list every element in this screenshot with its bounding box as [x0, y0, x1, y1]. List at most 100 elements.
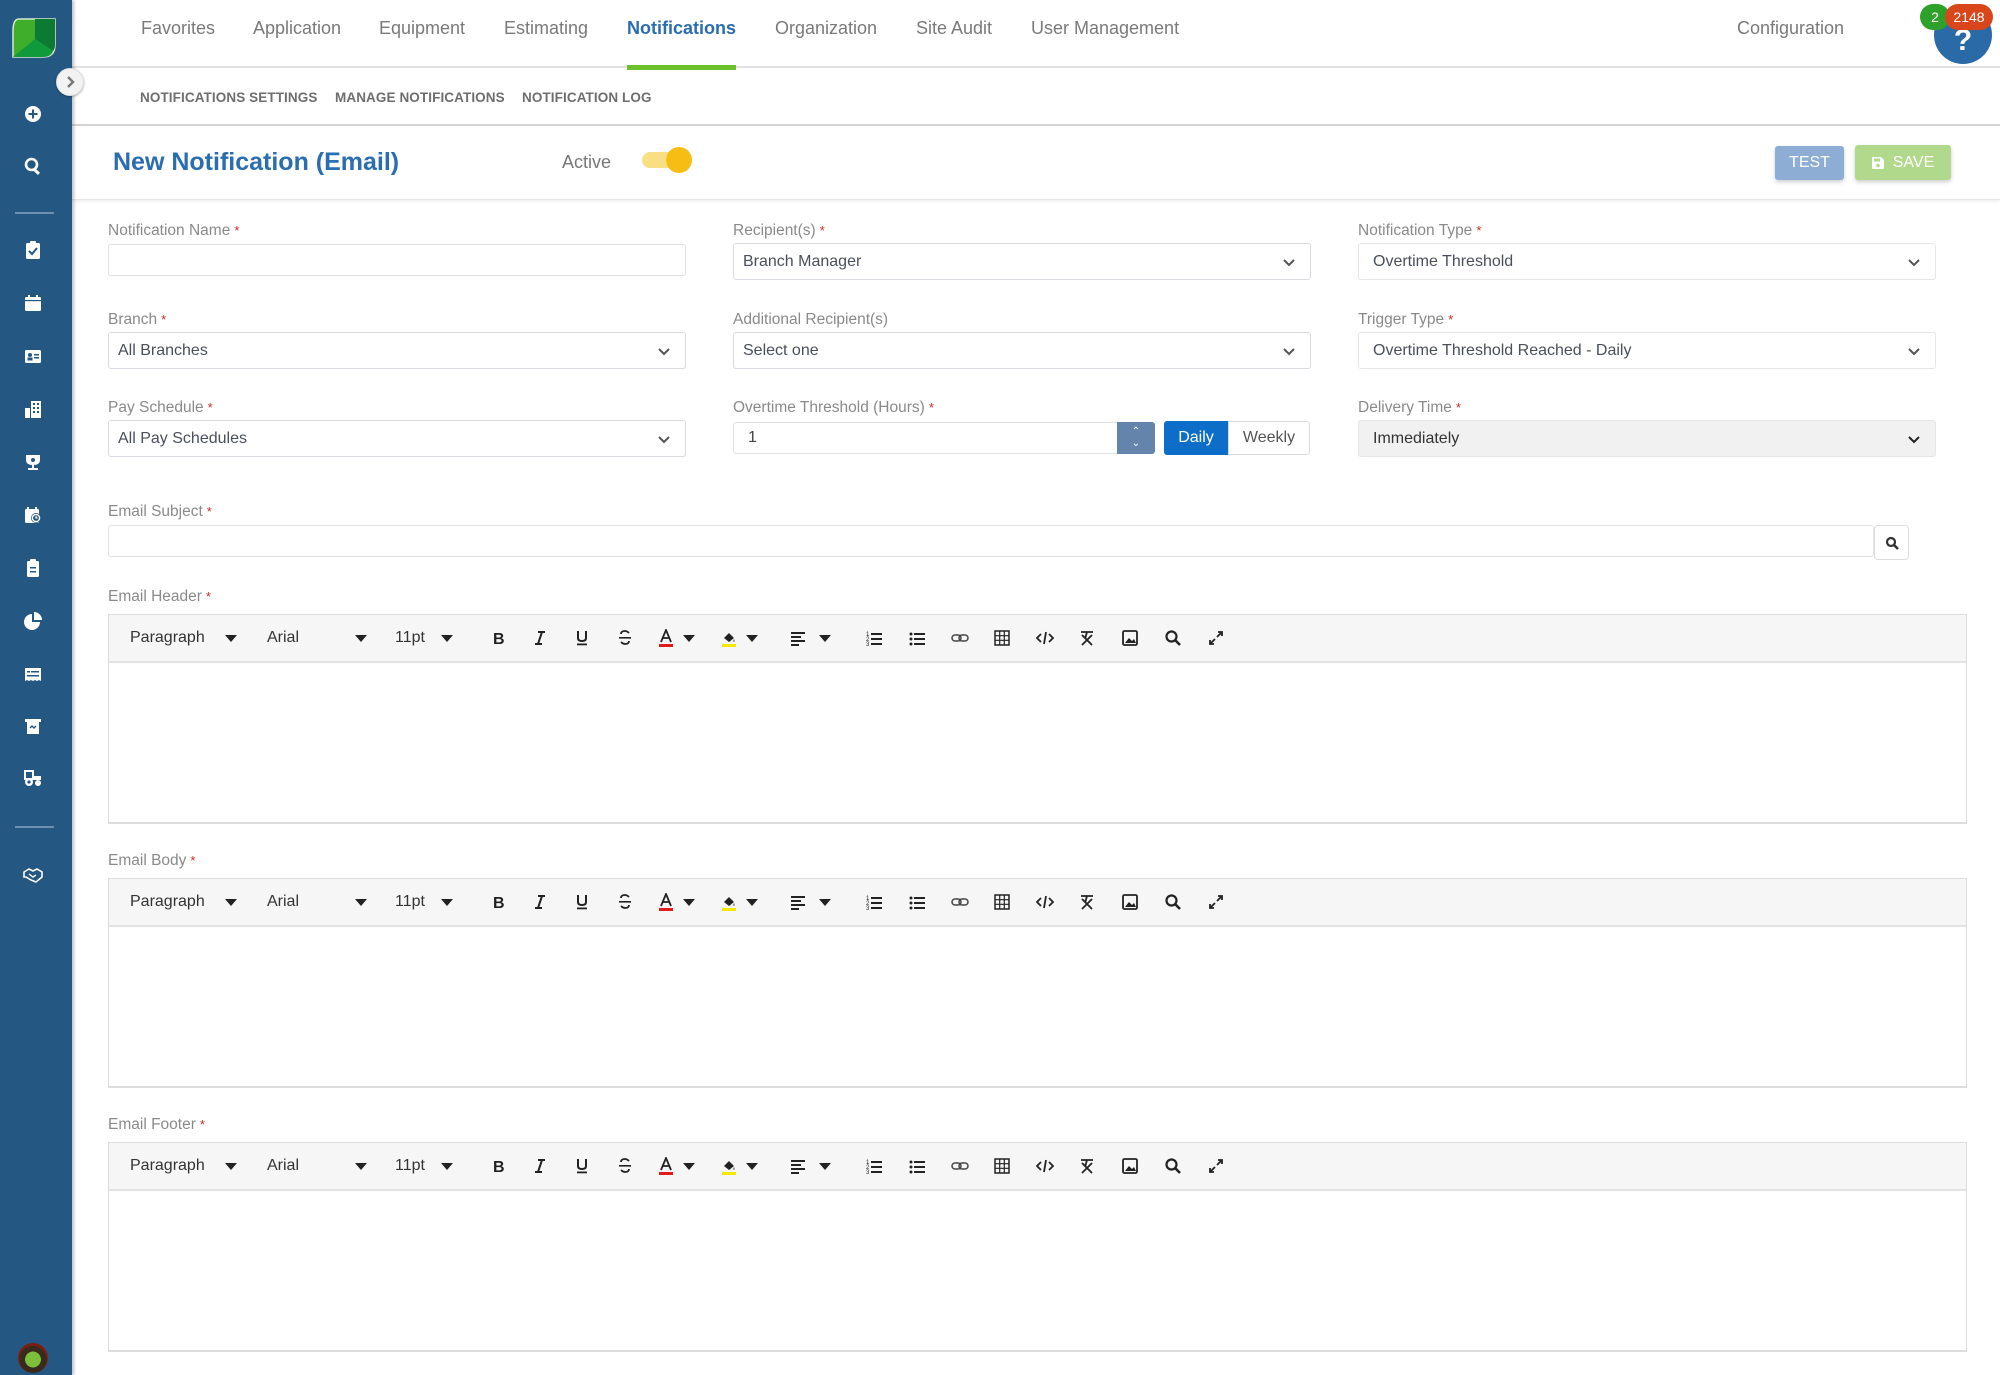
fullscreen-button[interactable] [1207, 879, 1225, 925]
clear-formatting-button[interactable] [1078, 615, 1096, 661]
numbered-list-button[interactable]: 123 [865, 1143, 883, 1189]
notification-name-input[interactable] [108, 244, 686, 276]
clipboard-check-icon[interactable] [20, 237, 46, 263]
trigger-type-select[interactable]: Overtime Threshold Reached - Daily [1358, 332, 1936, 369]
user-avatar[interactable] [18, 1343, 48, 1373]
highlight-color-button[interactable] [720, 615, 758, 661]
find-replace-button[interactable] [1164, 879, 1182, 925]
buildings-icon[interactable] [20, 396, 46, 422]
tab-site-audit[interactable]: Site Audit [916, 18, 992, 68]
calendar-clock-icon[interactable] [20, 502, 46, 528]
find-replace-button[interactable] [1164, 615, 1182, 661]
overtime-threshold-stepper[interactable]: ⌃ ⌄ [1117, 422, 1155, 454]
numbered-list-button[interactable]: 123 [865, 879, 883, 925]
stepper-up-icon[interactable]: ⌃ [1132, 426, 1140, 438]
source-code-button[interactable] [1036, 1143, 1054, 1189]
link-button[interactable] [951, 615, 969, 661]
underline-button[interactable] [573, 615, 591, 661]
fullscreen-button[interactable] [1207, 1143, 1225, 1189]
underline-button[interactable] [573, 1143, 591, 1189]
branch-select[interactable]: All Branches [108, 332, 686, 369]
strikethrough-button[interactable] [616, 1143, 634, 1189]
clear-formatting-button[interactable] [1078, 879, 1096, 925]
id-card-icon[interactable] [20, 343, 46, 369]
table-button[interactable] [993, 1143, 1011, 1189]
test-button[interactable]: TEST [1775, 146, 1844, 180]
align-dropdown[interactable] [789, 879, 831, 925]
calendar-icon[interactable] [20, 290, 46, 316]
cash-register-icon[interactable] [20, 713, 46, 739]
subnav-manage-notifications[interactable]: MANAGE NOTIFICATIONS [335, 90, 505, 105]
block-format-dropdown[interactable]: Paragraph [130, 1143, 237, 1189]
bullet-list-button[interactable] [908, 879, 926, 925]
email-footer-editor[interactable]: Paragraph Arial 11pt B 123 [108, 1142, 1967, 1352]
align-dropdown[interactable] [789, 615, 831, 661]
trophy-icon[interactable] [20, 449, 46, 475]
highlight-color-button[interactable] [720, 1143, 758, 1189]
insert-image-button[interactable] [1121, 879, 1139, 925]
recipients-select[interactable]: Branch Manager [733, 243, 1311, 280]
clipboard-list-icon[interactable] [20, 555, 46, 581]
bullet-list-button[interactable] [908, 615, 926, 661]
link-button[interactable] [951, 1143, 969, 1189]
tab-organization[interactable]: Organization [775, 18, 877, 68]
subnav-notification-log[interactable]: NOTIFICATION LOG [522, 90, 652, 105]
italic-button[interactable] [531, 879, 549, 925]
align-dropdown[interactable] [789, 1143, 831, 1189]
tab-estimating[interactable]: Estimating [504, 18, 588, 68]
strikethrough-button[interactable] [616, 879, 634, 925]
tab-configuration[interactable]: Configuration [1737, 18, 1844, 68]
tab-favorites[interactable]: Favorites [141, 18, 215, 68]
active-toggle[interactable] [642, 143, 694, 173]
bullet-list-button[interactable] [908, 1143, 926, 1189]
pay-schedule-select[interactable]: All Pay Schedules [108, 420, 686, 457]
insert-image-button[interactable] [1121, 615, 1139, 661]
tab-application[interactable]: Application [253, 18, 341, 68]
find-replace-button[interactable] [1164, 1143, 1182, 1189]
font-family-dropdown[interactable]: Arial [267, 1143, 368, 1189]
fullscreen-button[interactable] [1207, 615, 1225, 661]
email-subject-input[interactable] [108, 525, 1874, 557]
underline-button[interactable] [573, 879, 591, 925]
font-family-dropdown[interactable]: Arial [267, 615, 368, 661]
block-format-dropdown[interactable]: Paragraph [130, 615, 237, 661]
font-size-dropdown[interactable]: 11pt [395, 879, 453, 925]
search-icon[interactable] [20, 153, 46, 179]
subnav-notifications-settings[interactable]: NOTIFICATIONS SETTINGS [140, 90, 317, 105]
tab-equipment[interactable]: Equipment [379, 18, 465, 68]
italic-button[interactable] [531, 615, 549, 661]
plus-circle-icon[interactable] [20, 101, 46, 127]
table-button[interactable] [993, 615, 1011, 661]
handshake-icon[interactable] [20, 862, 46, 888]
bold-button[interactable]: B [489, 879, 507, 925]
numbered-list-button[interactable]: 123 [865, 615, 883, 661]
period-daily-button[interactable]: Daily [1164, 421, 1228, 455]
link-button[interactable] [951, 879, 969, 925]
text-color-button[interactable] [657, 1143, 695, 1189]
font-family-dropdown[interactable]: Arial [267, 879, 368, 925]
table-button[interactable] [993, 879, 1011, 925]
block-format-dropdown[interactable]: Paragraph [130, 879, 237, 925]
delivery-time-select[interactable]: Immediately [1358, 420, 1936, 457]
period-weekly-button[interactable]: Weekly [1228, 421, 1310, 455]
notification-type-select[interactable]: Overtime Threshold [1358, 243, 1936, 280]
font-size-dropdown[interactable]: 11pt [395, 1143, 453, 1189]
stepper-down-icon[interactable]: ⌄ [1132, 438, 1140, 450]
tab-notifications[interactable]: Notifications [627, 18, 737, 70]
sidebar-collapse-button[interactable] [56, 68, 84, 96]
text-color-button[interactable] [657, 879, 695, 925]
app-logo[interactable] [11, 17, 57, 59]
subject-search-button[interactable] [1874, 525, 1909, 560]
bold-button[interactable]: B [489, 615, 507, 661]
insert-image-button[interactable] [1121, 1143, 1139, 1189]
receipt-icon[interactable] [20, 661, 46, 687]
tab-user-management[interactable]: User Management [1031, 18, 1179, 68]
clear-formatting-button[interactable] [1078, 1143, 1096, 1189]
text-color-button[interactable] [657, 615, 695, 661]
highlight-color-button[interactable] [720, 879, 758, 925]
overtime-threshold-input[interactable]: 1 [733, 422, 1118, 454]
italic-button[interactable] [531, 1143, 549, 1189]
additional-recipients-select[interactable]: Select one [733, 332, 1311, 369]
source-code-button[interactable] [1036, 615, 1054, 661]
email-body-editor[interactable]: Paragraph Arial 11pt B 123 [108, 878, 1967, 1088]
